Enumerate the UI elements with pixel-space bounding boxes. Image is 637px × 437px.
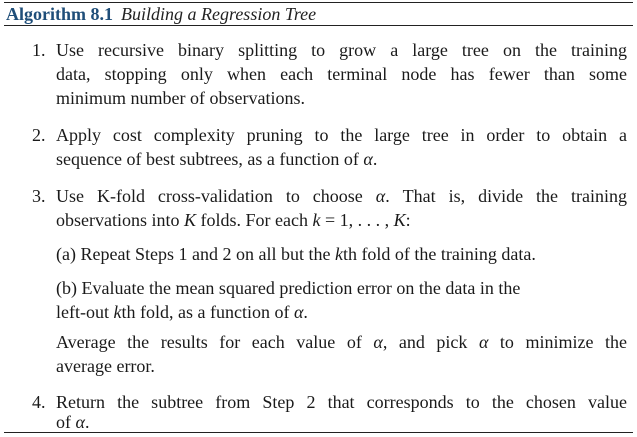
step-2-line-2-text: sequence of best subtrees, as a function…	[56, 149, 364, 169]
step-3-number: 3.	[32, 186, 46, 206]
step-3b-line-2-end: .	[303, 302, 308, 322]
step-1-line-3: minimum number of observations.	[56, 88, 305, 108]
step-1-number: 1.	[32, 40, 46, 60]
step-4-line-2-end: .	[84, 412, 90, 432]
step-3b-text: Evaluate the mean squared prediction err…	[81, 278, 521, 298]
step-3b-line-2-text: left-out	[56, 302, 114, 322]
step-3-line-1: Use K-fold cross-validation to choose α.…	[56, 184, 627, 208]
step-3-line-2: observations into K folds. For each k = …	[56, 208, 411, 232]
step-3b-label: (b)	[56, 278, 77, 298]
step-3a-line: (a) Repeat Steps 1 and 2 on all but the …	[56, 242, 536, 266]
step-2-line-2: sequence of best subtrees, as a function…	[56, 147, 377, 171]
step-3-line-2-range: = 1, . . . ,	[320, 210, 394, 230]
step-3b-line-2-mid: th fold, as a function of	[121, 302, 294, 322]
k-symbol: k	[312, 210, 321, 230]
algorithm-body: 1. Use recursive binary splitting to gro…	[0, 0, 637, 437]
step-2-line-2-end: .	[372, 149, 378, 169]
step-2-number: 2.	[32, 125, 46, 145]
step-4-line-2: of α.	[56, 410, 89, 434]
k-symbol: k	[334, 244, 343, 264]
step-3-average-text: Average the results for each value of	[56, 332, 374, 352]
step-3-line-2-text: observations into	[56, 210, 184, 230]
step-3-average-mid: , and pick	[382, 332, 479, 352]
step-1-line-1: Use recursive binary splitting to grow a…	[56, 40, 627, 60]
alpha-symbol: α	[375, 186, 386, 206]
step-3b-line-1: (b) Evaluate the mean squared prediction…	[56, 276, 520, 300]
step-3a-text: Repeat Steps 1 and 2 on all but the	[80, 244, 335, 264]
alpha-symbol: α	[363, 149, 373, 169]
step-3-line-2-end: :	[405, 210, 411, 230]
step-3-average-line-2: average error.	[56, 356, 155, 376]
step-3-average-line-1: Average the results for each value of α,…	[56, 330, 627, 354]
algorithm-box: Algorithm 8.1 Building a Regression Tree…	[0, 0, 637, 437]
step-4-number: 4.	[32, 392, 46, 412]
step-3-average-end: to minimize the	[488, 332, 627, 352]
step-4-line-1: Return the subtree from Step 2 that corr…	[56, 392, 627, 412]
K-symbol: K	[184, 210, 197, 230]
alpha-symbol: α	[75, 412, 85, 432]
step-3a-text-end: th fold of the training data.	[342, 244, 536, 264]
step-3b-line-2: left-out kth fold, as a function of α.	[56, 300, 308, 324]
algorithm-bottom-rule	[4, 432, 633, 433]
alpha-symbol: α	[478, 332, 489, 352]
K-symbol: K	[393, 210, 406, 230]
alpha-symbol: α	[373, 332, 383, 352]
step-3a-label: (a)	[56, 244, 76, 264]
step-3-line-1-text: Use K-fold cross-validation to choose	[56, 186, 376, 206]
step-1-line-2: data, stopping only when each terminal n…	[56, 64, 627, 84]
alpha-symbol: α	[293, 302, 304, 322]
step-3-line-1-end: . That is, divide the training	[385, 186, 627, 206]
step-3-line-2-mid: folds. For each	[196, 210, 313, 230]
step-2-line-1: Apply cost complexity pruning to the lar…	[56, 125, 627, 145]
step-4-line-2-text: of	[56, 412, 76, 432]
